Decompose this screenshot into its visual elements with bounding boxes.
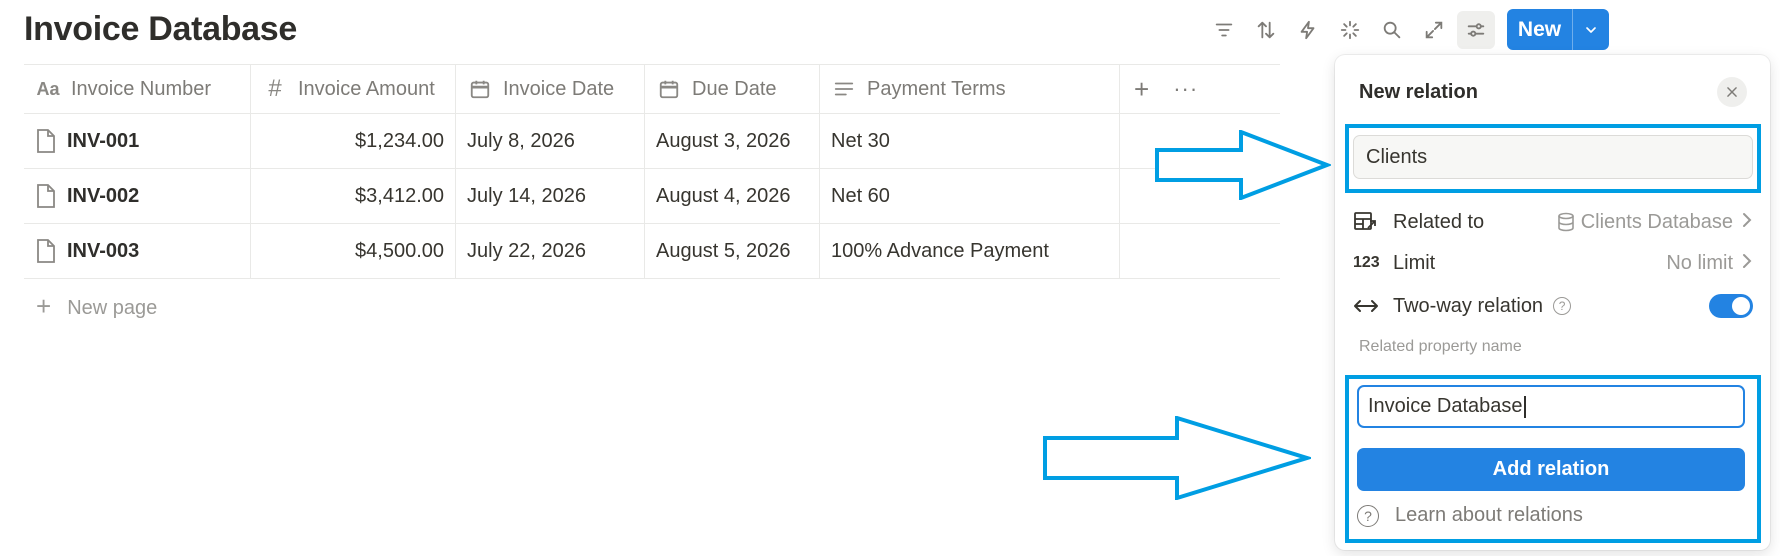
- page-icon: [37, 129, 55, 153]
- column-header-invoice-amount[interactable]: # Invoice Amount: [251, 65, 456, 113]
- invoice-table: Aa Invoice Number # Invoice Amount Invoi…: [24, 64, 1280, 279]
- two-way-arrow-icon: [1353, 298, 1385, 314]
- automation-icon[interactable]: [1289, 11, 1327, 49]
- table-header: Aa Invoice Number # Invoice Amount Invoi…: [24, 64, 1280, 114]
- related-property-label: Related property name: [1359, 338, 1522, 355]
- due-date[interactable]: August 5, 2026: [645, 224, 820, 278]
- table-row[interactable]: INV-002 $3,412.00 July 14, 2026 August 4…: [24, 169, 1280, 224]
- search-icon[interactable]: [1373, 11, 1411, 49]
- number-123-icon: 123: [1353, 254, 1380, 271]
- page-icon: [37, 184, 55, 208]
- settings-sliders-icon[interactable]: [1457, 11, 1495, 49]
- title-aa-icon: Aa: [36, 78, 60, 99]
- invoice-date[interactable]: July 14, 2026: [456, 169, 645, 223]
- invoice-amount[interactable]: $1,234.00: [251, 114, 456, 168]
- close-icon[interactable]: [1717, 77, 1747, 107]
- payment-terms[interactable]: Net 30: [820, 114, 1120, 168]
- payment-terms[interactable]: Net 60: [820, 169, 1120, 223]
- due-date[interactable]: August 4, 2026: [645, 169, 820, 223]
- chevron-down-icon[interactable]: [1573, 9, 1609, 50]
- ai-sparkle-icon[interactable]: [1331, 11, 1369, 49]
- invoice-amount[interactable]: $3,412.00: [251, 169, 456, 223]
- two-way-toggle[interactable]: [1709, 294, 1753, 318]
- column-header-invoice-number[interactable]: Aa Invoice Number: [24, 65, 251, 113]
- number-hash-icon: #: [268, 75, 282, 102]
- invoice-date[interactable]: July 22, 2026: [456, 224, 645, 278]
- annotation-arrow-icon: [1155, 130, 1331, 200]
- column-header-payment-terms[interactable]: Payment Terms: [820, 65, 1120, 113]
- chevron-right-icon: [1741, 252, 1753, 275]
- due-date[interactable]: August 3, 2026: [645, 114, 820, 168]
- column-header-due-date[interactable]: Due Date: [645, 65, 820, 113]
- two-way-option: Two-way relation ?: [1353, 286, 1753, 326]
- new-button[interactable]: New: [1507, 9, 1573, 50]
- filter-icon[interactable]: [1205, 11, 1243, 49]
- page-title: Invoice Database: [24, 10, 297, 48]
- invoice-amount[interactable]: $4,500.00: [251, 224, 456, 278]
- highlight-box-property: [1345, 375, 1761, 543]
- invoice-date[interactable]: July 8, 2026: [456, 114, 645, 168]
- database-toolbar: [1205, 10, 1499, 50]
- expand-icon[interactable]: [1415, 11, 1453, 49]
- database-icon: [1557, 212, 1574, 232]
- page-icon: [37, 239, 55, 263]
- limit-option[interactable]: 123 Limit No limit: [1353, 243, 1753, 283]
- new-button-group: New: [1507, 9, 1609, 50]
- calendar-icon: [656, 78, 682, 100]
- add-column-icon[interactable]: +: [1134, 74, 1149, 105]
- help-icon[interactable]: ?: [1553, 297, 1572, 315]
- highlight-box-name: [1345, 124, 1761, 193]
- sort-icon[interactable]: [1247, 11, 1285, 49]
- table-row[interactable]: INV-003 $4,500.00 July 22, 2026 August 5…: [24, 224, 1280, 279]
- panel-title: New relation: [1359, 81, 1478, 103]
- annotation-arrow-icon: [1043, 416, 1311, 500]
- chevron-right-icon: [1741, 211, 1753, 234]
- plus-icon: +: [36, 291, 52, 321]
- new-page-button[interactable]: + New page: [36, 291, 157, 322]
- column-actions: + ···: [1120, 65, 1280, 113]
- invoice-number[interactable]: INV-001: [67, 130, 139, 153]
- table-row[interactable]: INV-001 $1,234.00 July 8, 2026 August 3,…: [24, 114, 1280, 169]
- text-lines-icon: [831, 78, 857, 100]
- database-link-icon: [1353, 210, 1385, 234]
- payment-terms[interactable]: 100% Advance Payment: [820, 224, 1120, 278]
- invoice-number[interactable]: INV-002: [67, 185, 139, 208]
- invoice-number[interactable]: INV-003: [67, 240, 139, 263]
- column-header-invoice-date[interactable]: Invoice Date: [456, 65, 645, 113]
- related-to-option[interactable]: Related to Clients Database: [1353, 202, 1753, 242]
- calendar-icon: [467, 78, 493, 100]
- more-options-icon[interactable]: ···: [1173, 76, 1198, 102]
